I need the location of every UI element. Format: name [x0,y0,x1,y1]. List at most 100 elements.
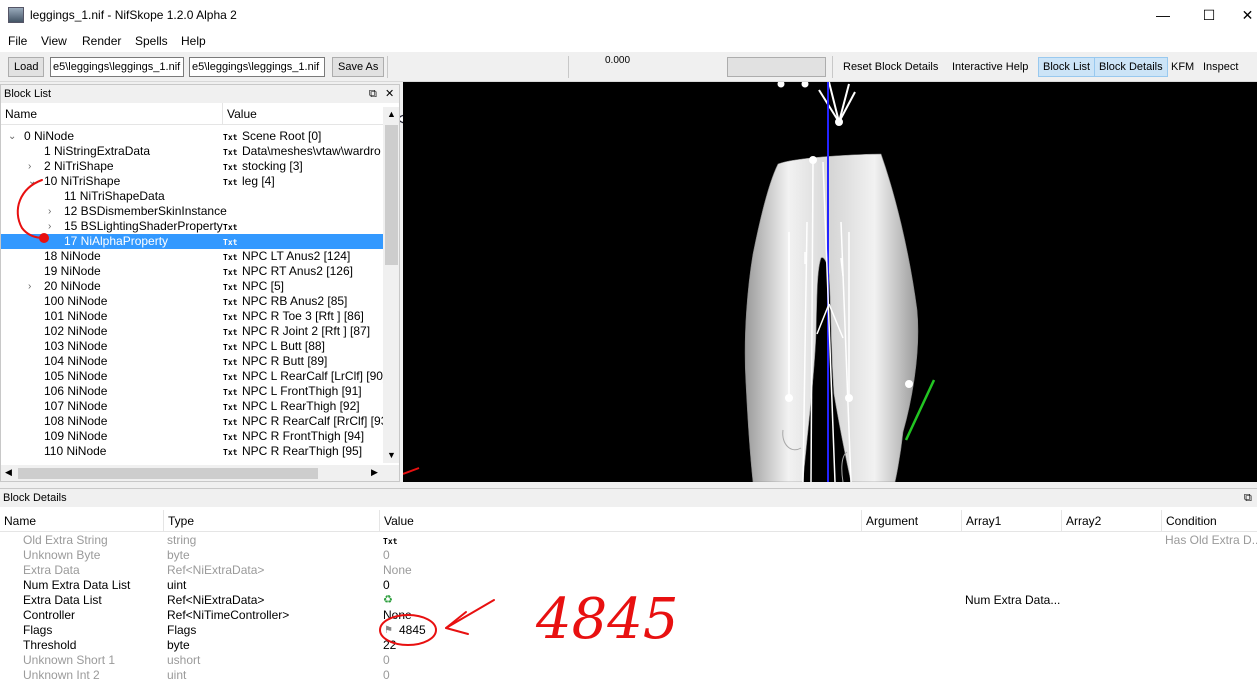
details-row-type: uint [167,668,187,682]
float-icon[interactable]: ⧉ [369,85,377,103]
tree-row[interactable]: 104 NiNode Txt NPC R Butt [89] [1,354,383,369]
toolbar-separator [387,56,388,78]
details-row-name: Flags [23,623,53,637]
tree-row[interactable]: 101 NiNode Txt NPC R Toe 3 [Rft ] [86] [1,309,383,324]
tree-row[interactable]: 1 NiStringExtraData Txt Data\meshes\vtaw\w… [1,144,383,159]
details-row[interactable]: Old Extra String string Txt Has Old Extra D… [0,533,1257,548]
minimize-button[interactable]: — [1148,4,1178,26]
tree-row-value: NPC R Toe 3 [Rft ] [86] [242,309,364,323]
expand-icon[interactable]: › [48,219,51,234]
collapse-icon[interactable]: ⌄ [28,174,36,189]
column-header-value[interactable]: Value [223,103,383,125]
tree-row[interactable]: 19 NiNode Txt NPC RT Anus2 [126] [1,264,383,279]
scroll-right-icon[interactable]: ▶ [371,467,378,478]
tree-row[interactable]: 17 NiAlphaProperty Txt [1,234,383,249]
interactive-help-button[interactable]: Interactive Help [948,57,1032,77]
horizontal-scrollbar[interactable]: ◀ ▶ [1,465,399,481]
details-column-name[interactable]: Name [0,510,164,532]
scrollbar-thumb[interactable] [385,125,398,265]
details-row-value[interactable]: 0 [383,668,390,683]
column-header-name[interactable]: Name [1,103,223,125]
menu-view[interactable]: View [41,34,67,48]
details-column-array2[interactable]: Array2 [1062,510,1162,532]
details-row-value[interactable]: None [383,563,412,578]
tree-row-name: 1 NiStringExtraData [44,144,151,158]
details-row-value[interactable]: 0 [383,578,390,593]
tree-row[interactable]: 106 NiNode Txt NPC L FrontThigh [91] [1,384,383,399]
load-button[interactable]: Load [8,57,45,77]
details-row[interactable]: Unknown Byte byte 0 [0,548,1257,563]
red-axis-line [403,467,420,475]
details-row[interactable]: Threshold byte 22 [0,638,1257,653]
tree-row-name: 20 NiNode [44,279,101,293]
details-row[interactable]: Unknown Int 2 uint 0 [0,668,1257,683]
details-row-value[interactable]: None [383,608,412,623]
tree-row[interactable]: 109 NiNode Txt NPC R FrontThigh [94] [1,429,383,444]
tree-row[interactable]: ⌄ 0 NiNode Txt Scene Root [0] [1,129,383,144]
tree-row[interactable]: › 20 NiNode Txt NPC [5] [1,279,383,294]
details-row[interactable]: Num Extra Data List uint 0 [0,578,1257,593]
tree-row[interactable]: ⌄ 10 NiTriShape Txt leg [4] [1,174,383,189]
details-row-type: uint [167,578,187,592]
tree-row[interactable]: › 12 BSDismemberSkinInstance [1,204,383,219]
tree-row[interactable]: 107 NiNode Txt NPC L RearThigh [92] [1,399,383,414]
tree-row[interactable]: 11 NiTriShapeData [1,189,383,204]
vertical-scrollbar[interactable]: ▲ ▼ [383,107,399,463]
menu-help[interactable]: Help [181,34,206,48]
expand-icon[interactable]: › [28,279,31,294]
tree-row[interactable]: 103 NiNode Txt NPC L Butt [88] [1,339,383,354]
details-row-value[interactable]: 22 [383,638,396,653]
tree-row[interactable]: › 15 BSLightingShaderProperty Txt [1,219,383,234]
details-column-value[interactable]: Value [380,510,862,532]
details-column-argument[interactable]: Argument [862,510,962,532]
tree-row[interactable]: 18 NiNode Txt NPC LT Anus2 [124] [1,249,383,264]
tree-row[interactable]: 100 NiNode Txt NPC RB Anus2 [85] [1,294,383,309]
menu-spells[interactable]: Spells [135,34,168,48]
menu-bar: File View Render Spells Help [0,30,1257,52]
save-as-button[interactable]: Save As [332,57,385,77]
details-row-value[interactable]: 0 [383,653,390,668]
expand-icon[interactable]: › [48,204,51,219]
tree-row[interactable]: 108 NiNode Txt NPC R RearCalf [RrClf] [93] [1,414,391,429]
tree-row[interactable]: › 2 NiTriShape Txt stocking [3] [1,159,383,174]
animation-select[interactable] [727,57,826,77]
tree-row[interactable]: 110 NiNode Txt NPC R RearThigh [95] [1,444,383,459]
tree-row-name: 2 NiTriShape [44,159,114,173]
kfm-button[interactable]: KFM [1167,57,1198,77]
array-icon[interactable]: ♻ [383,593,393,608]
save-path-input[interactable]: e5\leggings\leggings_1.nif [189,57,325,77]
details-row[interactable]: Flags Flags 4845 ⚑ [0,623,1257,638]
maximize-button[interactable]: ☐ [1194,4,1224,26]
details-row[interactable]: Unknown Short 1 ushort 0 [0,653,1257,668]
render-viewport[interactable] [403,82,1257,482]
expand-icon[interactable]: › [28,159,31,174]
details-column-array1[interactable]: Array1 [962,510,1062,532]
txt-badge: Txt [223,268,238,277]
menu-file[interactable]: File [8,34,27,48]
close-button[interactable]: ✕ [1238,4,1257,26]
tree-row[interactable]: 105 NiNode Txt NPC L RearCalf [LrClf] [90] [1,369,386,384]
txt-badge: Txt [223,298,238,307]
tree-row[interactable]: 102 NiNode Txt NPC R Joint 2 [Rft ] [87] [1,324,383,339]
details-row[interactable]: Controller Ref<NiTimeController> None [0,608,1257,623]
details-column-type[interactable]: Type [164,510,380,532]
collapse-icon[interactable]: ⌄ [8,129,16,144]
block-details-toggle[interactable]: Block Details [1094,57,1168,77]
scroll-left-icon[interactable]: ◀ [5,467,12,478]
details-row-value[interactable]: 0 [383,548,390,563]
scrollbar-thumb[interactable] [18,468,318,479]
details-column-condition[interactable]: Condition [1162,510,1257,532]
scroll-down-icon[interactable]: ▼ [387,450,396,460]
details-row-value[interactable]: 4845 [399,623,426,638]
load-path-input[interactable]: e5\leggings\leggings_1.nif [50,57,184,77]
block-list-toggle[interactable]: Block List [1038,57,1096,77]
close-icon[interactable]: ✕ [385,85,394,103]
details-row[interactable]: Extra Data Ref<NiExtraData> None [0,563,1257,578]
float-icon[interactable]: ⧉ [1244,489,1252,507]
details-row-value[interactable]: Txt [383,534,397,549]
reset-block-details-button[interactable]: Reset Block Details [839,57,942,77]
inspect-button[interactable]: Inspect [1199,57,1242,77]
scroll-up-icon[interactable]: ▲ [387,109,396,119]
details-row[interactable]: Extra Data List Ref<NiExtraData> ♻ Num Extr… [0,593,1257,608]
menu-render[interactable]: Render [82,34,121,48]
